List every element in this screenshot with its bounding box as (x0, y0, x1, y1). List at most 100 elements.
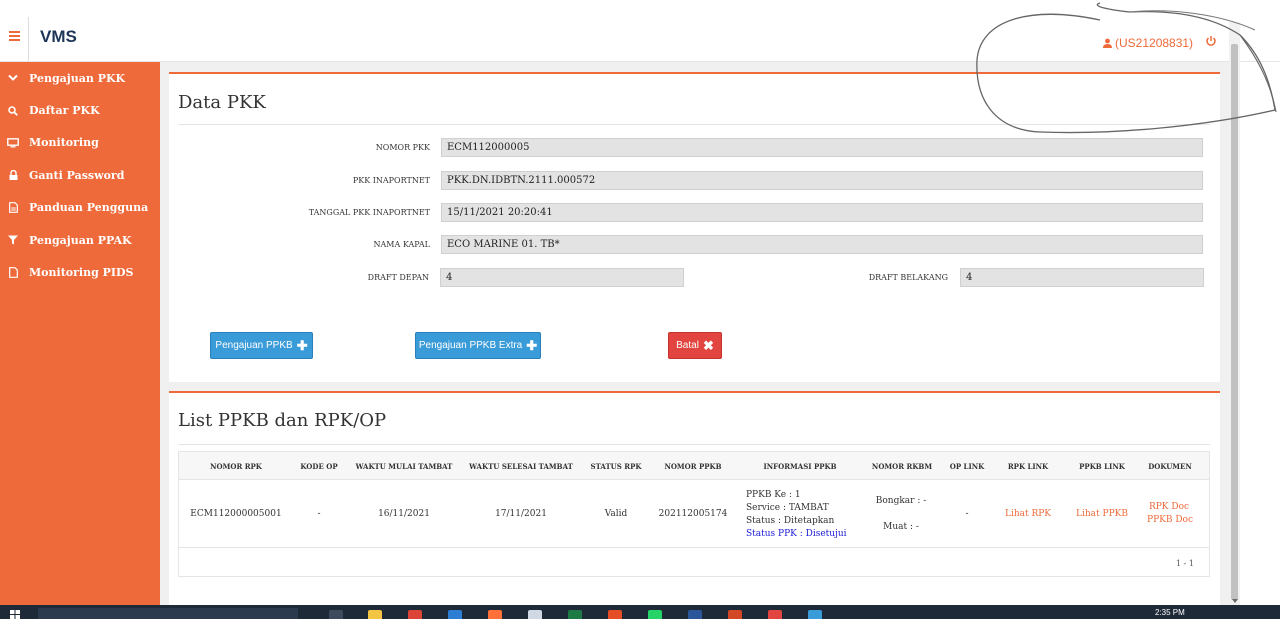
row-divider (179, 547, 1209, 548)
title-divider (178, 444, 1210, 445)
app-brand[interactable]: VMS (40, 27, 77, 47)
store-icon[interactable] (528, 610, 542, 619)
draft-depan-label: DRAFT DEPAN (367, 273, 429, 282)
pengajuan-ppkb-extra-button[interactable]: Pengajuan PPKB Extra ✚ (415, 332, 541, 359)
topbar-divider (28, 17, 29, 61)
file-icon (7, 267, 19, 279)
column-header: STATUS RPK (590, 462, 642, 471)
draft-depan-field[interactable]: 4 (440, 268, 684, 287)
nomor-pkk-field[interactable]: ECM112000005 (441, 138, 1203, 157)
whatsapp-icon[interactable] (648, 610, 662, 619)
task-view-icon[interactable] (329, 610, 343, 619)
info-ppkb-ke: PPKB Ke : 1 (746, 490, 801, 500)
hamburger-menu-icon[interactable] (9, 31, 20, 41)
sidebar-item-pengajuan-pkk[interactable]: Pengajuan PKK (0, 62, 160, 94)
page-title: Data PKK (178, 92, 266, 113)
nomor-pkk-label: NOMOR PKK (375, 143, 430, 152)
top-bar: VMS (US21208831) (0, 0, 1280, 62)
info-status: Status : Ditetapkan (746, 516, 835, 526)
app-icon[interactable] (608, 610, 622, 619)
browser-icon[interactable] (808, 610, 822, 619)
batal-label: Batal (676, 340, 699, 351)
page-scrollbar[interactable] (1229, 22, 1240, 605)
sidebar-item-label: Daftar PKK (29, 104, 100, 118)
power-icon[interactable] (1205, 35, 1217, 47)
column-header: DOKUMEN (1148, 462, 1192, 471)
firefox-icon[interactable] (488, 610, 502, 619)
column-header: INFORMASI PPKB (763, 462, 837, 471)
scrollbar-thumb[interactable] (1231, 44, 1238, 600)
close-icon: ✖ (702, 338, 714, 353)
filter-icon (7, 234, 19, 246)
rkbm-muat: Muat : - (883, 522, 919, 532)
tanggal-pkk-inaportnet-field[interactable]: 15/11/2021 20:20:41 (441, 203, 1203, 222)
user-icon (1103, 38, 1112, 48)
kode-op-cell: - (317, 509, 321, 519)
nomor-rpk-cell: ECM112000005001 (190, 509, 282, 519)
excel-icon[interactable] (568, 610, 582, 619)
main-content: Data PKK NOMOR PKK ECM112000005 PKK INAP… (160, 62, 1229, 605)
lihat-rpk-link[interactable]: Lihat RPK (1005, 509, 1051, 519)
sidebar-item-label: Panduan Pengguna (29, 201, 149, 215)
file-explorer-icon[interactable] (368, 610, 382, 619)
column-header: KODE OP (300, 462, 338, 471)
list-title: List PPKB dan RPK/OP (178, 410, 387, 431)
ppkb-table: NOMOR RPK KODE OP WAKTU MULAI TAMBAT WAK… (178, 451, 1210, 577)
chrome-icon[interactable] (408, 610, 422, 619)
sidebar-item-label: Monitoring (29, 136, 99, 150)
status-rpk-cell: Valid (604, 509, 628, 519)
column-header: NOMOR RKBM (871, 462, 933, 471)
windows-start-icon[interactable] (10, 610, 20, 619)
plus-icon: ✚ (296, 338, 308, 353)
pkk-inaportnet-field[interactable]: PKK.DN.IDBTN.2111.000572 (441, 171, 1203, 190)
sidebar-item-label: Monitoring PIDS (29, 266, 134, 280)
draft-belakang-label: DRAFT BELAKANG (868, 273, 948, 282)
sidebar-item-daftar-pkk[interactable]: Daftar PKK (0, 94, 160, 126)
pengajuan-ppkb-button[interactable]: Pengajuan PPKB ✚ (210, 332, 313, 359)
pkk-inaportnet-label: PKK INAPORTNET (352, 176, 430, 185)
column-header: OP LINK (949, 462, 985, 471)
waktu-selesai-cell: 17/11/2021 (495, 509, 547, 519)
table-header: NOMOR RPK KODE OP WAKTU MULAI TAMBAT WAK… (179, 452, 1209, 480)
sidebar-item-label: Pengajuan PKK (29, 71, 126, 85)
batal-button[interactable]: Batal ✖ (668, 332, 722, 359)
sidebar-item-label: Ganti Password (29, 168, 125, 182)
active-app-icon[interactable] (768, 610, 782, 619)
op-link-cell: - (965, 509, 969, 519)
mail-icon[interactable] (448, 610, 462, 619)
ppkb-doc-link[interactable]: PPKB Doc (1147, 515, 1193, 525)
column-header: WAKTU MULAI TAMBAT (355, 462, 453, 471)
chevron-down-icon (7, 72, 19, 84)
pengajuan-ppkb-label: Pengajuan PPKB (215, 340, 293, 351)
monitor-icon (7, 137, 19, 149)
info-status-ppk: Status PPK : Disetujui (746, 529, 847, 539)
info-service: Service : TAMBAT (746, 503, 829, 513)
pengajuan-ppkb-extra-label: Pengajuan PPKB Extra (418, 340, 523, 351)
rpk-doc-link[interactable]: RPK Doc (1149, 502, 1189, 512)
lock-icon (7, 169, 19, 181)
pdf-icon[interactable] (728, 610, 742, 619)
user-account-link[interactable]: (US21208831) (1103, 36, 1193, 50)
sidebar-item-panduan-pengguna[interactable]: Panduan Pengguna (0, 192, 160, 224)
taskbar-search-box[interactable] (38, 608, 298, 619)
nama-kapal-field[interactable]: ECO MARINE 01. TB* (441, 235, 1203, 254)
taskbar-clock: 2:35 PM (1155, 608, 1185, 617)
search-icon (7, 105, 19, 117)
sidebar-item-monitoring-pids[interactable]: Monitoring PIDS (0, 256, 160, 288)
word-icon[interactable] (688, 610, 702, 619)
rkbm-bongkar: Bongkar : - (875, 496, 927, 506)
sidebar-item-label: Pengajuan PPAK (29, 233, 132, 247)
sidebar-item-monitoring[interactable]: Monitoring (0, 127, 160, 159)
scroll-down-arrow-icon[interactable] (1232, 599, 1238, 603)
sidebar-item-ganti-password[interactable]: Ganti Password (0, 159, 160, 191)
column-header: RPK LINK (1007, 462, 1049, 471)
column-header: PPKB LINK (1079, 462, 1125, 471)
lihat-ppkb-link[interactable]: Lihat PPKB (1076, 509, 1128, 519)
draft-belakang-field[interactable]: 4 (960, 268, 1204, 287)
list-ppkb-panel: List PPKB dan RPK/OP NOMOR RPK KODE OP W… (169, 391, 1220, 605)
data-pkk-panel: Data PKK NOMOR PKK ECM112000005 PKK INAP… (169, 72, 1220, 382)
column-header: NOMOR RPK (210, 462, 262, 471)
sidebar-item-pengajuan-ppak[interactable]: Pengajuan PPAK (0, 224, 160, 256)
title-divider (178, 124, 1210, 125)
sidebar: Pengajuan PKK Daftar PKK Monitoring Gant… (0, 62, 160, 605)
